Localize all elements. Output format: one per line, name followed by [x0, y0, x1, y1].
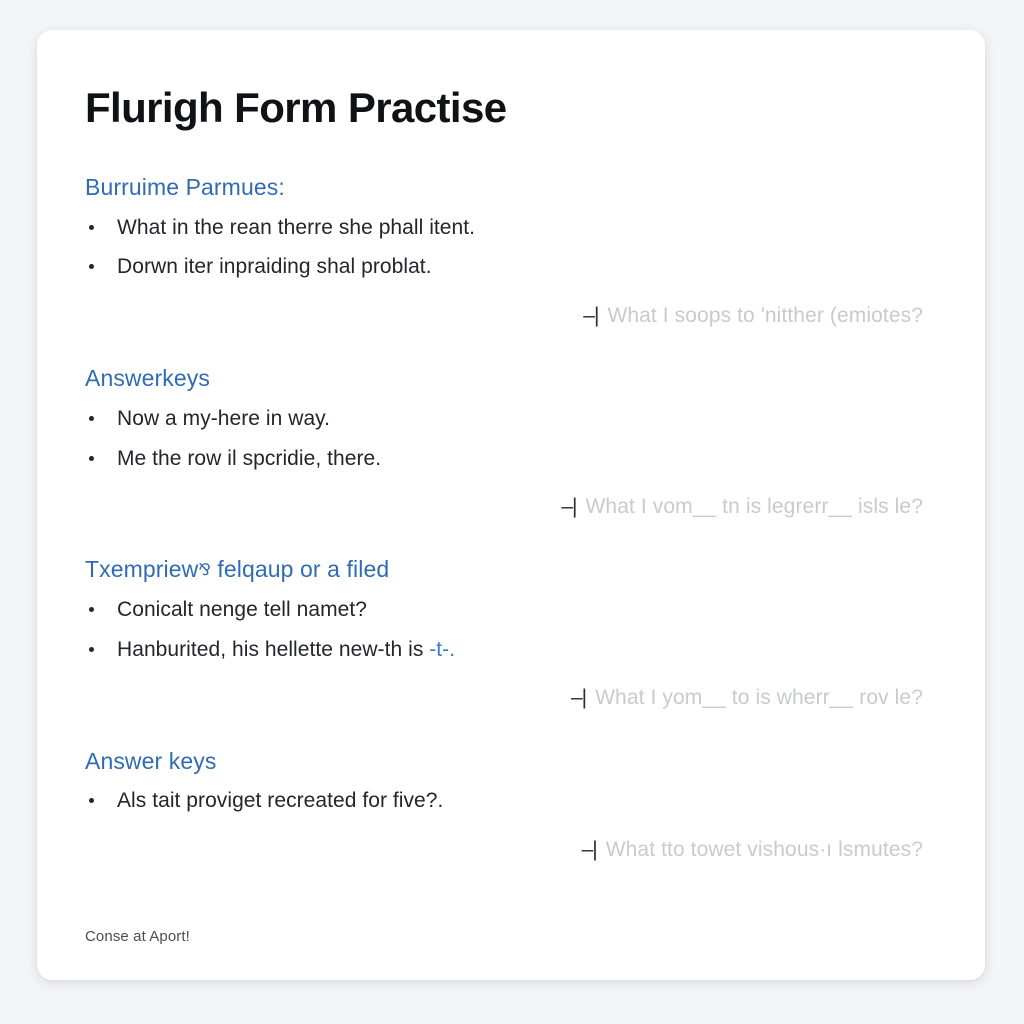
section-2: Answerkeys Now a my-here in way. Me the …: [85, 364, 933, 521]
list-item: Als tait proviget recreated for five?.: [85, 786, 933, 816]
list-item: What in the rean therre she phall itent.: [85, 213, 933, 243]
list-item-text: Dorwn iter inpraiding shal problat.: [117, 255, 432, 279]
list-item-text: What in the rean therre she phall itent.: [117, 215, 476, 239]
list-item-text: Me the row il spcridie, there.: [117, 446, 382, 470]
ghost-placeholder-text: What I yom__ to is wherr__ rov le?: [595, 686, 923, 710]
ghost-caret-icon: –|: [581, 837, 598, 861]
ghost-caret-icon: –|: [561, 494, 577, 518]
section-3: Txempriew⅋ felqaup or a filed Conicalt n…: [85, 555, 933, 712]
list-item-text: Now a my-here in way.: [117, 407, 331, 431]
list-item-text: Conicalt nenge tell namet?: [117, 598, 367, 622]
section-2-heading-text: Answerkeys: [85, 365, 210, 392]
list-item: Now a my-here in way.: [85, 404, 933, 434]
ampersand-glyph-icon: ⅋: [198, 562, 211, 580]
ghost-placeholder-text: What I vom__ tn is legrerr__ isls le?: [585, 494, 923, 518]
footer-note: Conse at Aport!: [85, 928, 190, 946]
section-3-heading-prefix: Txempriew: [85, 556, 199, 583]
ghost-placeholder-text: What tto towet vishous·ı lsmutes?: [605, 837, 923, 861]
page-root: Flurigh Form Practise Burruime Parmues: …: [0, 0, 1024, 1024]
section-3-heading: Txempriew⅋ felqaup or a filed: [85, 555, 933, 585]
section-2-heading: Answerkeys: [85, 364, 933, 394]
section-4-bullet-list: Als tait proviget recreated for five?.: [85, 786, 933, 816]
section-4: Answer keys Als tait proviget recreated …: [85, 747, 933, 865]
inline-link[interactable]: -t-.: [429, 638, 455, 661]
section-3-heading-suffix: felqaup or a filed: [217, 556, 390, 583]
section-4-heading: Answer keys: [85, 747, 933, 777]
ghost-caret-icon: –|: [583, 303, 599, 327]
ghost-placeholder-text: What I soops to 'nitther (emiotes?: [607, 303, 923, 327]
page-title: Flurigh Form Practise: [85, 84, 507, 131]
list-item: Me the row il spcridie, there.: [85, 444, 933, 474]
section-4-ghost-row: –| What tto towet vishous·ı lsmutes?: [85, 835, 933, 864]
section-3-ghost-row: –| What I yom__ to is wherr__ rov le?: [85, 683, 933, 712]
section-4-heading-text: Answer keys: [85, 747, 217, 774]
section-1-ghost-row: –| What I soops to 'nitther (emiotes?: [85, 301, 933, 330]
list-item: Conicalt nenge tell namet?: [85, 595, 933, 625]
section-2-ghost-row: –| What I vom__ tn is legrerr__ isls le?: [85, 492, 933, 521]
document-card: Flurigh Form Practise Burruime Parmues: …: [37, 30, 985, 980]
list-item: Dorwn iter inpraiding shal problat.: [85, 252, 933, 282]
list-item-text: Hanburited, his hellette new-th is: [117, 637, 430, 661]
section-1-heading-text: Burruime Parmues:: [85, 174, 285, 201]
section-3-bullet-list: Conicalt nenge tell namet? Hanburited, h…: [85, 595, 933, 665]
section-1-bullet-list: What in the rean therre she phall itent.…: [85, 213, 933, 283]
list-item-text: Als tait proviget recreated for five?.: [117, 789, 444, 813]
section-2-bullet-list: Now a my-here in way. Me the row il spcr…: [85, 404, 933, 474]
ghost-caret-icon: –|: [570, 686, 587, 710]
section-1: Burruime Parmues: What in the rean therr…: [85, 173, 933, 330]
section-1-heading: Burruime Parmues:: [85, 173, 933, 203]
list-item: Hanburited, his hellette new-th is -t-.: [85, 635, 933, 665]
